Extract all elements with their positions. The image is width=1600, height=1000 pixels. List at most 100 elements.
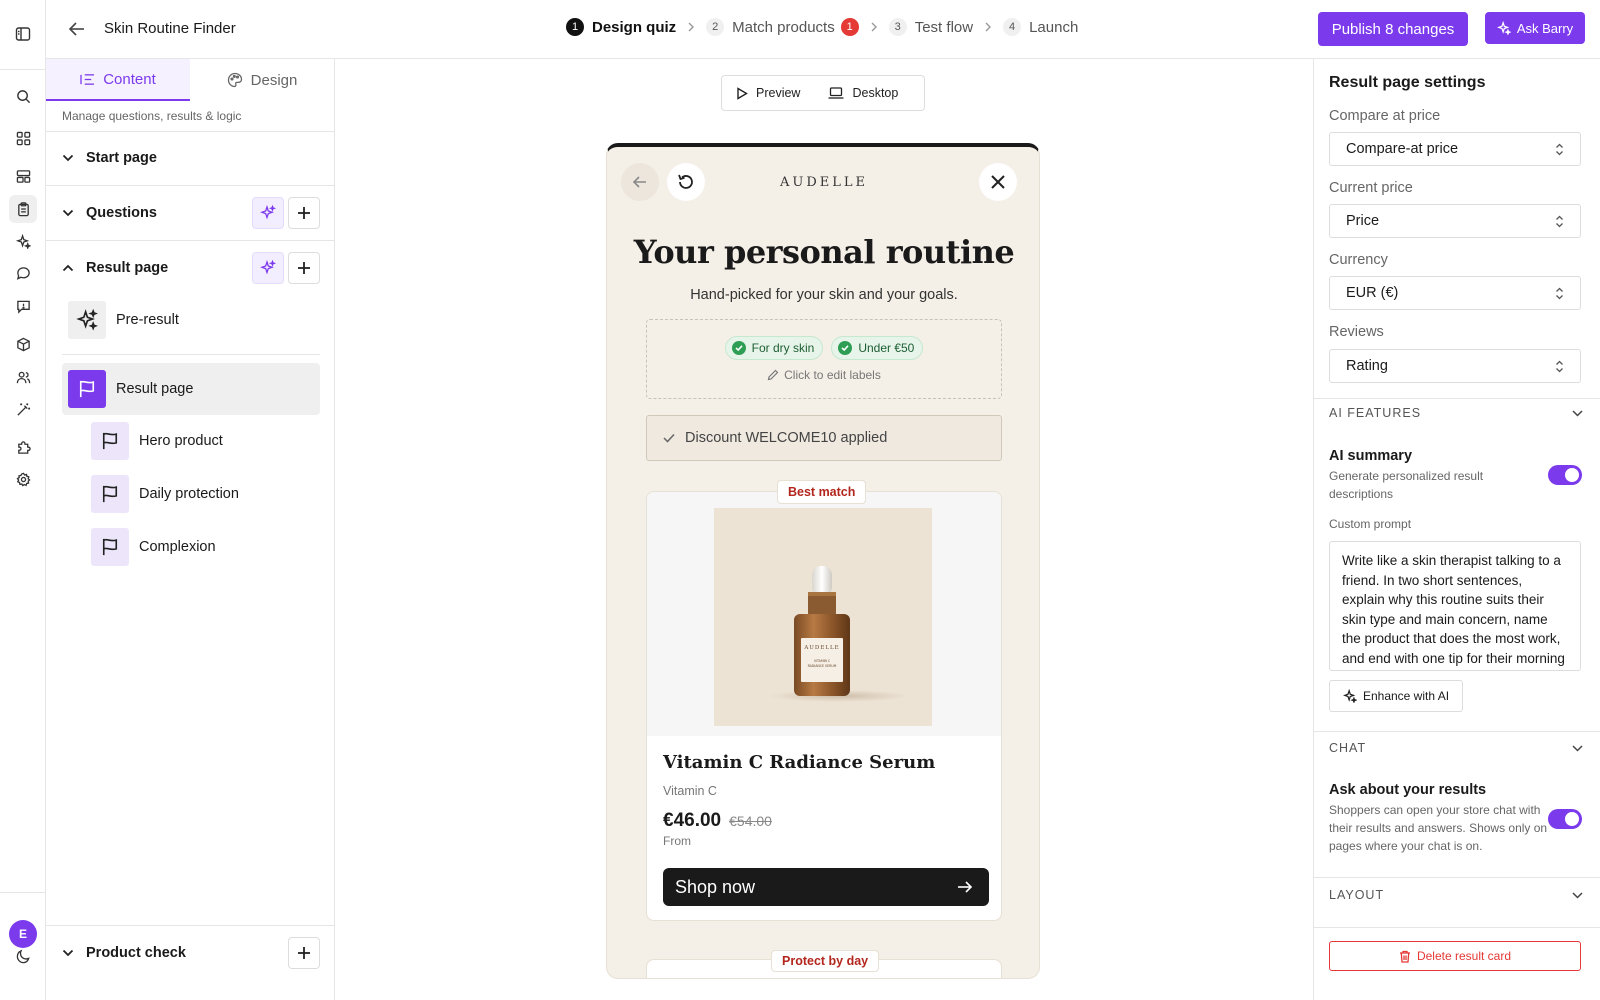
ai-summary-toggle[interactable] <box>1548 465 1582 485</box>
shop-now-button[interactable]: Shop now <box>663 868 989 906</box>
flag-icon <box>68 370 106 408</box>
sparkle-icon <box>260 260 276 275</box>
current-price: €46.00 <box>663 810 722 831</box>
chat-accordion[interactable]: CHAT <box>1329 741 1583 755</box>
magic-wand-icon[interactable] <box>13 399 33 419</box>
ask-barry-button[interactable]: Ask Barry <box>1485 12 1585 44</box>
plus-icon <box>298 947 310 959</box>
ai-generate-button[interactable] <box>252 252 284 284</box>
section-result-page[interactable]: Result page <box>62 252 320 284</box>
sidebar-toggle-icon[interactable] <box>13 24 33 44</box>
best-match-badge: Best match <box>777 480 867 504</box>
settings-gear-icon[interactable] <box>13 469 33 489</box>
compare-price-select[interactable]: Compare-at price <box>1329 132 1581 166</box>
layout-icon[interactable] <box>13 166 33 186</box>
step-label: Test flow <box>914 18 974 36</box>
svg-text:RADIANCE SERUM: RADIANCE SERUM <box>808 664 837 668</box>
list-item-daily-protection[interactable]: Daily protection <box>91 475 239 513</box>
divider <box>1314 877 1600 878</box>
sparkle-icon <box>68 301 106 339</box>
add-result-button[interactable] <box>288 252 320 284</box>
layout-accordion[interactable]: LAYOUT <box>1329 888 1583 902</box>
field-label: Reviews <box>1329 324 1384 340</box>
dark-mode-moon-icon[interactable] <box>13 946 33 966</box>
section-start-page[interactable]: Start page <box>62 142 320 174</box>
edit-hint-label: Click to edit labels <box>784 368 881 382</box>
tab-content[interactable]: Content <box>46 59 190 101</box>
feedback-icon[interactable] <box>13 296 33 316</box>
users-icon[interactable] <box>13 367 33 387</box>
puzzle-icon[interactable] <box>13 437 33 457</box>
section-label: Start page <box>86 150 157 166</box>
pencil-icon <box>767 369 779 381</box>
accordion-label: LAYOUT <box>1329 888 1385 902</box>
sparkle-icon[interactable] <box>13 231 33 251</box>
accordion-label: AI FEATURES <box>1329 406 1422 420</box>
back-arrow-icon[interactable] <box>66 18 88 40</box>
section-label: Product check <box>86 945 186 961</box>
tab-design[interactable]: Design <box>190 59 334 101</box>
step-number: 3 <box>888 18 907 36</box>
stepper: 1 Design quiz 2 Match products 1 3 Test … <box>566 18 1078 36</box>
price-row: €46.00 €54.00 <box>663 810 772 832</box>
step-number: 4 <box>1003 18 1022 36</box>
delete-result-card-button[interactable]: Delete result card <box>1329 941 1581 971</box>
result-title[interactable]: Your personal routine <box>607 233 1039 271</box>
list-item-result-page[interactable]: Result page <box>62 363 320 415</box>
pill-label: For dry skin <box>751 341 815 355</box>
chat-bubble-icon[interactable] <box>13 263 33 283</box>
step-launch[interactable]: 4 Launch <box>1003 18 1078 36</box>
flag-icon <box>91 475 129 513</box>
chevron-updown-icon <box>1555 287 1564 300</box>
product-category: Vitamin C <box>663 784 717 798</box>
dashboard-icon[interactable] <box>13 128 33 148</box>
labels-editor[interactable]: For dry skin Under €50 Click to edit lab… <box>646 319 1002 399</box>
product-card-2[interactable]: Protect by day <box>646 950 1002 978</box>
preview-label: Preview <box>756 86 801 100</box>
search-icon[interactable] <box>13 86 33 106</box>
section-product-check[interactable]: Product check <box>62 937 320 969</box>
list-item-hero-product[interactable]: Hero product <box>91 422 223 460</box>
quiz-clipboard-icon[interactable] <box>9 195 37 223</box>
step-match-products[interactable]: 2 Match products 1 <box>706 18 859 36</box>
step-design-quiz[interactable]: 1 Design quiz <box>566 18 676 36</box>
sparkle-icon <box>260 205 276 220</box>
currency-select[interactable]: EUR (€) <box>1329 276 1581 310</box>
tab-label: Design <box>250 71 298 89</box>
compare-price: €54.00 <box>729 813 772 829</box>
chevron-down-icon <box>1572 744 1583 752</box>
rail-divider-bottom <box>0 892 46 893</box>
close-icon[interactable] <box>979 163 1017 201</box>
list-item-pre-result[interactable]: Pre-result <box>68 301 179 339</box>
list-item-complexion[interactable]: Complexion <box>91 528 216 566</box>
device-desktop-button[interactable]: Desktop <box>814 76 912 110</box>
label-pill: For dry skin <box>724 336 824 360</box>
current-price-select[interactable]: Price <box>1329 204 1581 238</box>
check-icon <box>731 341 746 355</box>
step-label: Match products <box>732 18 835 36</box>
chevron-down-icon <box>1572 891 1583 899</box>
custom-prompt-textarea[interactable]: Write like a skin therapist talking to a… <box>1329 541 1581 671</box>
user-avatar[interactable]: E <box>9 920 37 948</box>
sparkle-icon <box>1342 689 1357 703</box>
ai-features-accordion[interactable]: AI FEATURES <box>1329 406 1583 420</box>
item-label: Result page <box>116 381 194 397</box>
preview-button[interactable]: Preview <box>722 76 814 110</box>
chat-toggle[interactable] <box>1548 809 1582 829</box>
section-questions[interactable]: Questions <box>62 197 320 229</box>
product-card[interactable]: AUDELLE VITAMIN C RADIANCE SERUM Best ma… <box>646 480 1002 921</box>
package-icon[interactable] <box>13 334 33 354</box>
add-question-button[interactable] <box>288 197 320 229</box>
result-subtitle[interactable]: Hand-picked for your skin and your goals… <box>607 287 1039 303</box>
field-label: Currency <box>1329 252 1388 268</box>
ai-generate-button[interactable] <box>252 197 284 229</box>
enhance-with-ai-button[interactable]: Enhance with AI <box>1329 680 1463 712</box>
bottle-brand-text: AUDELLE <box>803 645 839 651</box>
divider <box>62 354 320 355</box>
step-test-flow[interactable]: 3 Test flow <box>888 18 974 36</box>
discount-banner[interactable]: Discount WELCOME10 applied <box>646 415 1002 461</box>
add-product-check-button[interactable] <box>288 937 320 969</box>
section-label: Questions <box>86 205 157 221</box>
publish-button[interactable]: Publish 8 changes <box>1318 12 1468 46</box>
reviews-select[interactable]: Rating <box>1329 349 1581 383</box>
